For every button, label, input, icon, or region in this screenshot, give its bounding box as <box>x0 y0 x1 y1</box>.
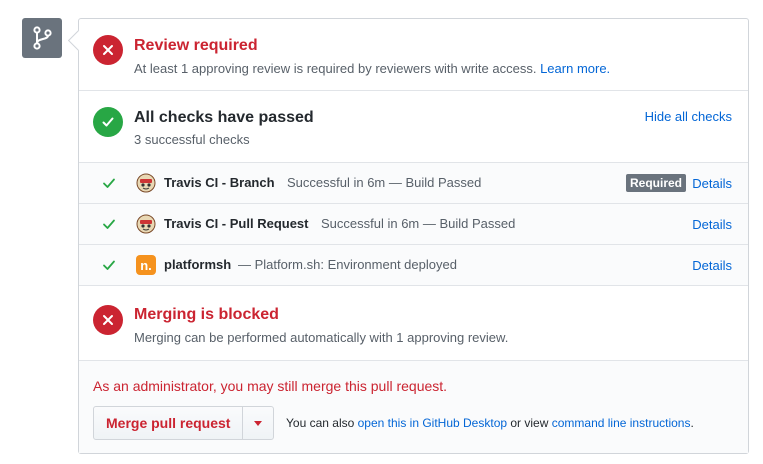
merging-blocked-subtitle: Merging can be performed automatically w… <box>134 330 509 345</box>
platformsh-icon-letter: n. <box>140 257 152 273</box>
check-description: — Platform.sh: Environment deployed <box>238 257 457 272</box>
required-badge: Required <box>625 174 686 192</box>
x-circle-icon <box>93 305 123 335</box>
travis-ci-icon <box>136 173 156 193</box>
or-view-text: or view <box>507 416 552 430</box>
command-line-instructions-link[interactable]: command line instructions <box>552 416 691 430</box>
merge-action-area: As an administrator, you may still merge… <box>79 360 748 453</box>
also-prefix: You can also <box>286 416 358 430</box>
check-row-travis-pr: Travis CI - Pull Request Successful in 6… <box>79 204 748 245</box>
caret-down-icon <box>254 420 263 426</box>
review-required-section: Review required At least 1 approving rev… <box>79 19 748 91</box>
check-name: Travis CI - Pull Request <box>164 216 309 231</box>
learn-more-link[interactable]: Learn more. <box>540 61 610 76</box>
merging-blocked-title: Merging is blocked <box>134 306 279 323</box>
check-name: Travis CI - Branch <box>164 175 275 190</box>
travis-ci-icon <box>136 214 156 234</box>
check-row-travis-branch: Travis CI - Branch Successful in 6m — Bu… <box>79 163 748 204</box>
details-link[interactable]: Details <box>692 258 732 273</box>
details-link[interactable]: Details <box>692 176 732 191</box>
suffix-text: . <box>690 416 694 430</box>
review-required-title: Review required <box>134 37 258 54</box>
hide-all-checks-link[interactable]: Hide all checks <box>645 109 732 124</box>
merge-options-dropdown[interactable] <box>243 407 273 439</box>
checks-summary-section: All checks have passed 3 successful chec… <box>79 91 748 163</box>
checks-count: 3 successful checks <box>134 132 250 147</box>
review-required-subtitle: At least 1 approving review is required … <box>134 61 610 76</box>
alternative-merge-text: You can also open this in GitHub Desktop… <box>286 416 694 430</box>
review-required-text: At least 1 approving review is required … <box>134 61 537 76</box>
admin-note: As an administrator, you may still merge… <box>93 378 448 394</box>
check-icon <box>103 219 115 229</box>
check-circle-icon <box>93 107 123 137</box>
check-description: Successful in 6m — Build Passed <box>287 175 482 190</box>
open-github-desktop-link[interactable]: open this in GitHub Desktop <box>358 416 507 430</box>
check-icon <box>103 260 115 270</box>
merge-pull-request-button[interactable]: Merge pull request <box>94 407 244 439</box>
x-circle-icon <box>93 35 123 65</box>
git-branch-tile <box>22 18 62 58</box>
check-description: Successful in 6m — Build Passed <box>321 216 516 231</box>
git-branch-icon <box>33 26 52 50</box>
platformsh-icon: n. <box>136 255 156 275</box>
check-name: platformsh <box>164 257 232 272</box>
merging-blocked-section: Merging is blocked Merging can be perfor… <box>79 286 748 360</box>
merge-button-group: Merge pull request <box>93 406 275 440</box>
check-icon <box>103 178 115 188</box>
check-row-platformsh: n. platformsh — Platform.sh: Environment… <box>79 245 748 286</box>
checks-passed-title: All checks have passed <box>134 109 314 126</box>
details-link[interactable]: Details <box>692 217 732 232</box>
merge-status-panel: Review required At least 1 approving rev… <box>78 18 749 454</box>
